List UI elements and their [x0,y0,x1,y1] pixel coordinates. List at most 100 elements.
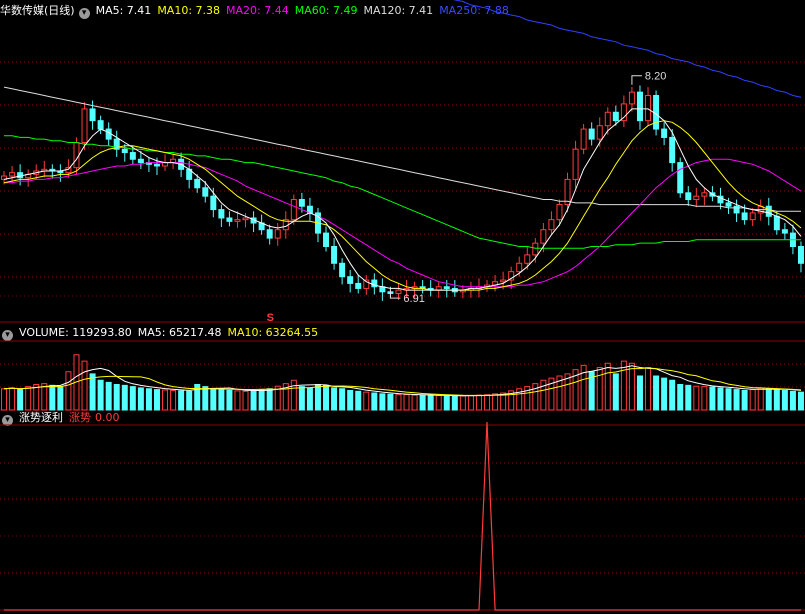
volume-bar-down [258,389,265,411]
ma10-line [3,120,802,291]
volume-bar-down [443,395,450,411]
volume-bar-up [234,390,241,411]
volume-bar-down [298,386,305,411]
candle-down [89,108,96,122]
volume-bar-down [113,384,120,411]
indicator-line [4,421,801,611]
candle-down [210,195,217,211]
volume-bar-down [129,386,136,411]
volume-bar-down [451,395,458,411]
candle-up [162,162,169,167]
volume-bar-down [250,389,257,411]
stock-chart[interactable]: 8.20 6.91 S [0,0,805,614]
volume-bar-up [596,367,603,411]
candle-down [153,163,160,167]
candle-up [556,204,563,221]
volume-bar-up [475,394,482,411]
volume-bar-down [347,389,354,411]
volume-bar-up [645,367,652,411]
candle-down [97,120,104,130]
candle-down [669,136,676,164]
volume-bar-down [226,389,233,411]
volume-bar-down [306,387,313,411]
volume-bar-down [427,395,434,411]
candle-down [773,215,780,231]
candle-down [129,152,136,160]
volume-bar-down [266,388,273,411]
volume-bar-up [628,362,635,411]
candle-up [516,262,523,273]
candle-down [661,128,668,138]
candle-up [548,219,555,231]
volume-bar-down [677,384,684,411]
volume-bar-down [121,384,128,411]
volume-bar-down [781,389,788,411]
volume-bar-up [484,394,491,411]
candle-down [725,202,732,207]
volume-bar-up [81,360,88,411]
volume-bar-down [379,393,386,411]
candle-down [202,187,209,197]
volume-panel [1,354,804,411]
volume-bar-down [669,379,676,411]
candle-up [274,229,281,239]
ma250-line [452,0,802,98]
high-price-label: 8.20 [645,71,666,83]
volume-bar-down [419,394,426,411]
volume-bar-down [17,389,24,411]
volume-bar-up [604,362,611,411]
candle-up [234,219,241,222]
volume-bar-down [89,373,96,411]
volume-bar-down [145,388,152,411]
candle-down [298,199,305,207]
volume-bar-up [467,395,474,411]
candle-down [105,128,112,140]
volume-bar-down [339,388,346,411]
candle-down [339,262,346,278]
volume-bar-up [701,386,708,411]
candle-down [323,232,330,247]
candle-up [540,229,547,244]
volume-bar-down [765,388,772,411]
volume-bar-down [653,375,660,411]
candle-up [532,242,539,256]
candle-down [331,246,338,264]
candle-down [733,205,740,214]
volume-bar-up [1,388,8,411]
volume-bar-down [153,389,160,411]
candle-down [653,95,660,130]
volume-bar-up [403,394,410,411]
volume-bar-down [331,387,338,411]
candle-down [781,229,788,234]
volume-bar-up [363,391,370,411]
volume-bar-up [65,371,72,411]
volume-bar-down [661,377,668,411]
volume-bar-down [612,373,619,411]
volume-bar-down [202,386,209,411]
volume-bar-down [636,375,643,411]
volume-bar-down [709,386,716,411]
volume-bar-up [411,394,418,411]
candle-up [524,254,531,264]
volume-bar-up [33,384,40,411]
volume-bar-down [314,384,321,411]
volume-bar-down [137,387,144,411]
volume-bar-down [49,384,56,411]
sell-signal-marker: S [267,312,274,324]
volume-bar-down [733,389,740,411]
candle-up [749,212,756,221]
volume-bar-down [789,390,796,411]
volume-bar-down [355,390,362,411]
volume-bar-down [741,389,748,411]
candle-down [588,128,595,140]
volume-bar-up [9,387,16,411]
volume-bar-down [105,381,112,411]
volume-bar-up [492,393,499,411]
volume-bar-up [459,395,466,411]
volume-bar-up [162,389,169,411]
volume-bar-down [210,388,217,411]
candle-up [242,217,249,221]
candle-up [395,289,402,294]
volume-bar-down [218,389,225,411]
volume-bar-up [435,395,442,411]
